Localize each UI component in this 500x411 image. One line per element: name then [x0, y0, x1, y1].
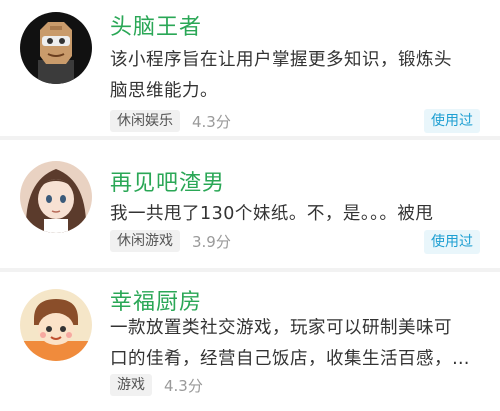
list-item-xingfu-chufang[interactable]: 幸福厨房 一款放置类社交游戏，玩家可以研制美味可 口的佳肴，经营自己饭店，收集生… — [0, 272, 500, 411]
app-description: 一款放置类社交游戏，玩家可以研制美味可 口的佳肴，经营自己饭店，收集生活百感，… — [110, 313, 482, 375]
category-tag: 游戏 — [110, 374, 152, 396]
app-meta: 休闲游戏 3.9分 — [110, 229, 231, 253]
list-item-toutao-wangzhe[interactable]: 头脑王者 该小程序旨在让用户掌握更多知识，锻炼头 脑思维能力。 休闲娱乐 4.3… — [0, 0, 500, 136]
description-line: 脑思维能力。 — [110, 81, 218, 101]
category-tag: 休闲游戏 — [110, 230, 180, 252]
used-badge: 使用过 — [424, 230, 480, 254]
description-line: 该小程序旨在让用户掌握更多知识，锻炼头 — [110, 50, 452, 70]
description-line: 一款放置类社交游戏，玩家可以研制美味可 — [110, 318, 452, 338]
app-description: 该小程序旨在让用户掌握更多知识，锻炼头 脑思维能力。 — [110, 45, 482, 107]
app-title[interactable]: 头脑王者 — [110, 9, 202, 41]
anime-girl-icon — [20, 161, 92, 233]
rating-score: 4.3分 — [192, 112, 231, 131]
app-meta: 游戏 4.3分 — [110, 373, 203, 397]
app-title[interactable]: 再见吧渣男 — [110, 165, 225, 197]
used-badge: 使用过 — [424, 109, 480, 133]
description-line: 口的佳肴，经营自己饭店，收集生活百感，… — [110, 349, 470, 369]
app-avatar-toutao-wangzhe — [20, 12, 92, 84]
rating-score: 4.3分 — [164, 376, 203, 395]
description-line: 我一共甩了130个妹纸。不，是。。。被甩 — [110, 204, 434, 224]
rating-score: 3.9分 — [192, 232, 231, 251]
category-tag: 休闲娱乐 — [110, 110, 180, 132]
chef-boy-icon — [20, 289, 92, 361]
app-avatar-xingfu-chufang — [20, 289, 92, 361]
app-meta: 休闲娱乐 4.3分 — [110, 109, 231, 133]
cartoon-head-icon — [20, 12, 92, 84]
app-description: 我一共甩了130个妹纸。不，是。。。被甩 — [110, 199, 482, 230]
list-item-zaijianba-zhanan[interactable]: 再见吧渣男 我一共甩了130个妹纸。不，是。。。被甩 休闲游戏 3.9分 使用过 — [0, 140, 500, 270]
app-avatar-zaijianba-zhanan — [20, 161, 92, 233]
app-title[interactable]: 幸福厨房 — [110, 284, 202, 316]
